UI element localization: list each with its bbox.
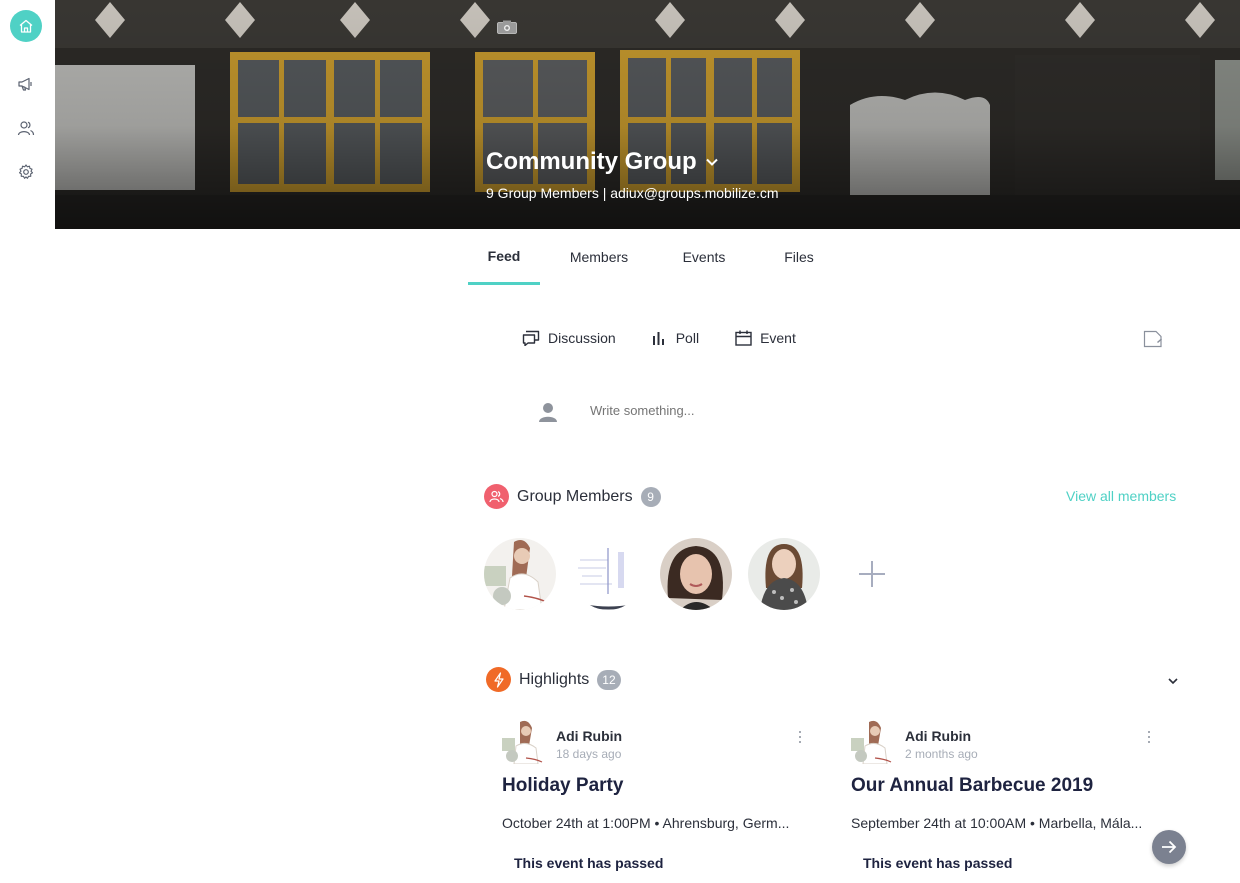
- card-menu-button[interactable]: [798, 730, 802, 749]
- people-icon: [17, 121, 35, 136]
- sidebar: [0, 0, 55, 883]
- draft-document-icon: [1143, 330, 1162, 348]
- members-section-icon: [484, 484, 509, 509]
- current-user-avatar: [537, 401, 559, 428]
- group-title-dropdown[interactable]: Community Group: [486, 148, 719, 176]
- write-post-input[interactable]: [590, 403, 890, 418]
- group-members-header: Group Members 9: [484, 484, 661, 509]
- tab-events[interactable]: Events: [658, 229, 750, 285]
- member-avatar[interactable]: [484, 538, 556, 610]
- event-meta: September 24th at 10:00AM • Marbella, Má…: [851, 815, 1143, 831]
- more-vertical-icon: [799, 731, 801, 743]
- home-icon: [19, 19, 33, 33]
- discussion-label: Discussion: [548, 330, 616, 346]
- highlights-next-button[interactable]: [1152, 830, 1186, 864]
- event-meta: October 24th at 1:00PM • Ahrensburg, Ger…: [502, 815, 790, 831]
- camera-icon: [497, 20, 517, 34]
- event-label: Event: [760, 330, 796, 346]
- poll-icon: [652, 332, 664, 345]
- author-avatar: [502, 720, 544, 765]
- event-title: Holiday Party: [502, 775, 624, 796]
- group-members-title: Group Members: [517, 487, 633, 505]
- member-photo: [660, 538, 732, 610]
- sidebar-item-groups[interactable]: [10, 112, 42, 144]
- arrow-right-icon: [1162, 840, 1177, 854]
- author-name: Adi Rubin: [905, 728, 972, 744]
- add-member-button[interactable]: [836, 538, 908, 610]
- member-avatar[interactable]: [660, 538, 732, 610]
- user-silhouette-icon: [539, 403, 557, 422]
- author-photo: [851, 720, 893, 765]
- member-avatar[interactable]: [748, 538, 820, 610]
- post-type-selector: Discussion Poll Event: [522, 330, 796, 346]
- discussion-icon: [522, 330, 540, 346]
- sidebar-item-settings[interactable]: [10, 156, 42, 188]
- event-status: This event has passed: [863, 855, 1013, 871]
- event-title: Our Annual Barbecue 2019: [851, 775, 1094, 796]
- event-button[interactable]: Event: [735, 330, 796, 346]
- highlights-header: Highlights 12: [486, 667, 621, 692]
- megaphone-icon: [18, 77, 32, 91]
- group-tabs: Feed Members Events Files: [468, 229, 848, 285]
- highlights-title: Highlights: [519, 670, 590, 688]
- plus-icon: [859, 561, 885, 587]
- group-subtitle: 9 Group Members | adiux@groups.mobilize.…: [486, 185, 779, 201]
- group-title: Community Group: [486, 148, 697, 175]
- highlights-collapse-toggle[interactable]: [1167, 673, 1179, 691]
- highlights-count-badge: 12: [597, 669, 621, 690]
- calendar-icon: [735, 330, 752, 346]
- tab-feed[interactable]: Feed: [468, 229, 540, 285]
- members-avatar-row: [484, 538, 908, 610]
- member-photo: [748, 538, 820, 610]
- members-count-badge: 9: [640, 486, 661, 507]
- post-time: 18 days ago: [556, 747, 622, 761]
- change-cover-button[interactable]: [497, 20, 517, 34]
- post-time: 2 months ago: [905, 747, 978, 761]
- card-menu-button[interactable]: [1147, 730, 1151, 749]
- chevron-down-icon: [705, 158, 718, 166]
- author-photo: [502, 720, 544, 765]
- member-avatar[interactable]: [572, 538, 644, 610]
- poll-label: Poll: [675, 330, 700, 346]
- member-photo: [484, 538, 556, 610]
- chevron-down-icon: [1168, 678, 1178, 685]
- member-photo: [572, 538, 644, 610]
- sidebar-item-home[interactable]: [10, 10, 42, 42]
- highlights-section-icon: [486, 667, 511, 692]
- drafts-button[interactable]: [1143, 330, 1163, 353]
- more-vertical-icon: [1148, 731, 1150, 743]
- poll-button[interactable]: Poll: [652, 330, 699, 346]
- author-name: Adi Rubin: [556, 728, 623, 744]
- view-all-members-link[interactable]: View all members: [1066, 488, 1176, 504]
- lightning-icon: [493, 671, 504, 688]
- tab-members[interactable]: Members: [540, 229, 658, 285]
- people-icon: [489, 490, 504, 503]
- tab-files[interactable]: Files: [750, 229, 848, 285]
- group-cover: Community Group 9 Group Members | adiux@…: [55, 0, 1240, 229]
- gear-icon: [18, 164, 34, 179]
- sidebar-item-announcements[interactable]: [10, 68, 42, 100]
- discussion-button[interactable]: Discussion: [522, 330, 616, 346]
- author-avatar: [851, 720, 893, 765]
- event-status: This event has passed: [514, 855, 664, 871]
